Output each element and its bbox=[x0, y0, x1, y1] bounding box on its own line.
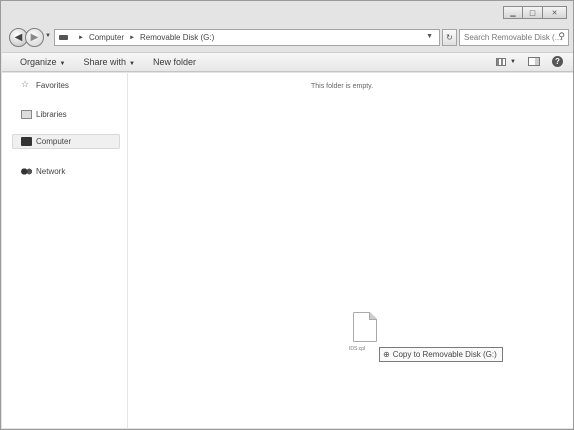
views-dropdown-icon[interactable]: ▼ bbox=[510, 59, 516, 65]
sidebar-item-label: Network bbox=[36, 167, 66, 176]
command-bar: Organize ▼ Share with ▼ New folder ▼ ? bbox=[2, 52, 573, 72]
dragged-file-name: IDS.cpl bbox=[349, 346, 366, 352]
drag-tooltip: ⊕ Copy to Removable Disk (G:) bbox=[379, 347, 503, 362]
sidebar-item-computer[interactable]: Computer bbox=[21, 137, 71, 146]
share-with-label: Share with bbox=[83, 57, 127, 67]
sidebar-item-libraries[interactable]: Libraries bbox=[21, 110, 67, 119]
star-icon: ☆ bbox=[21, 80, 30, 90]
breadcrumb-computer[interactable]: Computer bbox=[89, 33, 124, 42]
sidebar-item-network[interactable]: Network bbox=[21, 167, 65, 176]
file-list-area[interactable]: This folder is empty. bbox=[128, 73, 573, 428]
sidebar-item-label: Favorites bbox=[36, 81, 69, 90]
sidebar-item-label: Computer bbox=[36, 137, 72, 146]
libraries-icon bbox=[21, 110, 32, 119]
drag-tooltip-text: Copy to Removable Disk (G:) bbox=[392, 350, 497, 359]
help-icon[interactable]: ? bbox=[552, 56, 563, 67]
navigation-pane: ☆ Favorites Libraries Computer Network bbox=[2, 73, 127, 428]
sidebar-item-favorites[interactable]: ☆ Favorites bbox=[21, 80, 69, 91]
search-icon[interactable]: ⚲ bbox=[558, 32, 565, 42]
sidebar-item-label: Libraries bbox=[36, 110, 67, 119]
computer-icon bbox=[21, 137, 32, 146]
recent-pages-dropdown-icon[interactable]: ▼ bbox=[45, 33, 51, 39]
search-input[interactable]: Search Removable Disk (... ⚲ bbox=[459, 29, 569, 46]
drive-icon bbox=[59, 35, 68, 40]
dragged-file-icon[interactable] bbox=[353, 312, 377, 342]
empty-folder-message: This folder is empty. bbox=[311, 83, 374, 90]
address-row: ◀ ▶ ▼ ► Computer ► Removable Disk (G:) ▼… bbox=[7, 28, 569, 48]
network-icon bbox=[21, 167, 32, 176]
organize-menu[interactable]: Organize ▼ bbox=[20, 57, 65, 67]
search-placeholder: Search Removable Disk (... bbox=[464, 33, 562, 42]
breadcrumb-separator[interactable]: ► bbox=[129, 35, 135, 41]
explorer-window: ▁ □ ✕ ◀ ▶ ▼ ► Computer ► Removable Disk … bbox=[0, 0, 574, 430]
view-controls: ▼ ? bbox=[496, 56, 563, 67]
address-bar[interactable]: ► Computer ► Removable Disk (G:) ▼ bbox=[54, 29, 440, 46]
preview-pane-icon[interactable] bbox=[528, 57, 540, 66]
breadcrumb-removable-disk[interactable]: Removable Disk (G:) bbox=[140, 33, 214, 42]
organize-label: Organize bbox=[20, 57, 57, 67]
new-folder-button[interactable]: New folder bbox=[153, 57, 196, 67]
forward-button[interactable]: ▶ bbox=[25, 28, 44, 47]
minimize-button[interactable]: ▁ bbox=[503, 6, 523, 19]
breadcrumb-separator[interactable]: ► bbox=[78, 35, 84, 41]
address-dropdown-icon[interactable]: ▼ bbox=[426, 33, 433, 40]
close-button[interactable]: ✕ bbox=[543, 6, 567, 19]
chevron-down-icon: ▼ bbox=[59, 61, 66, 67]
share-with-menu[interactable]: Share with ▼ bbox=[83, 57, 134, 67]
views-icon[interactable] bbox=[496, 57, 507, 66]
refresh-button[interactable]: ↻ bbox=[442, 29, 457, 46]
caption-buttons: ▁ □ ✕ bbox=[503, 6, 567, 19]
maximize-button[interactable]: □ bbox=[523, 6, 543, 19]
chevron-down-icon: ▼ bbox=[129, 61, 135, 67]
title-bar: ▁ □ ✕ bbox=[1, 1, 573, 23]
copy-icon: ⊕ bbox=[383, 350, 390, 359]
